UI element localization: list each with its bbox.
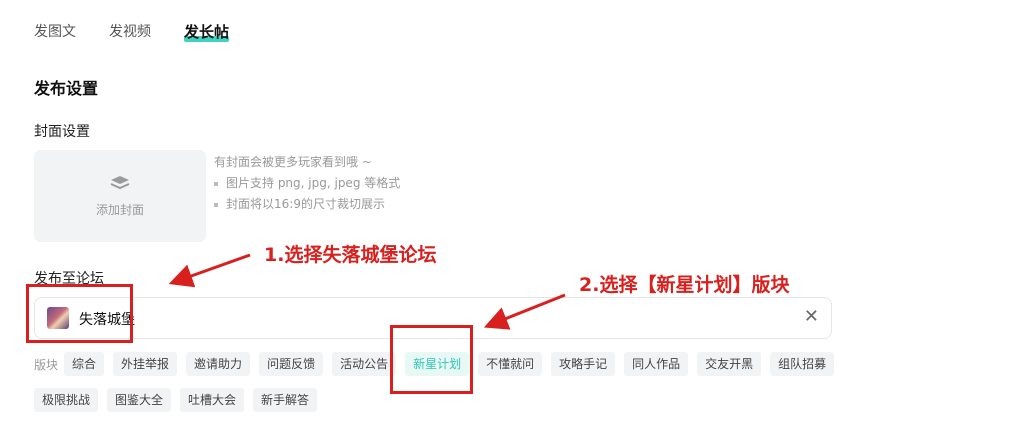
annotation-step2: 2.选择【新星计划】版块 xyxy=(579,274,790,296)
annotation-arrows xyxy=(168,253,566,330)
arrow-step1 xyxy=(168,253,251,288)
arrow-step2 xyxy=(483,293,566,330)
annotation-step1: 1.选择失落城堡论坛 xyxy=(264,244,437,266)
